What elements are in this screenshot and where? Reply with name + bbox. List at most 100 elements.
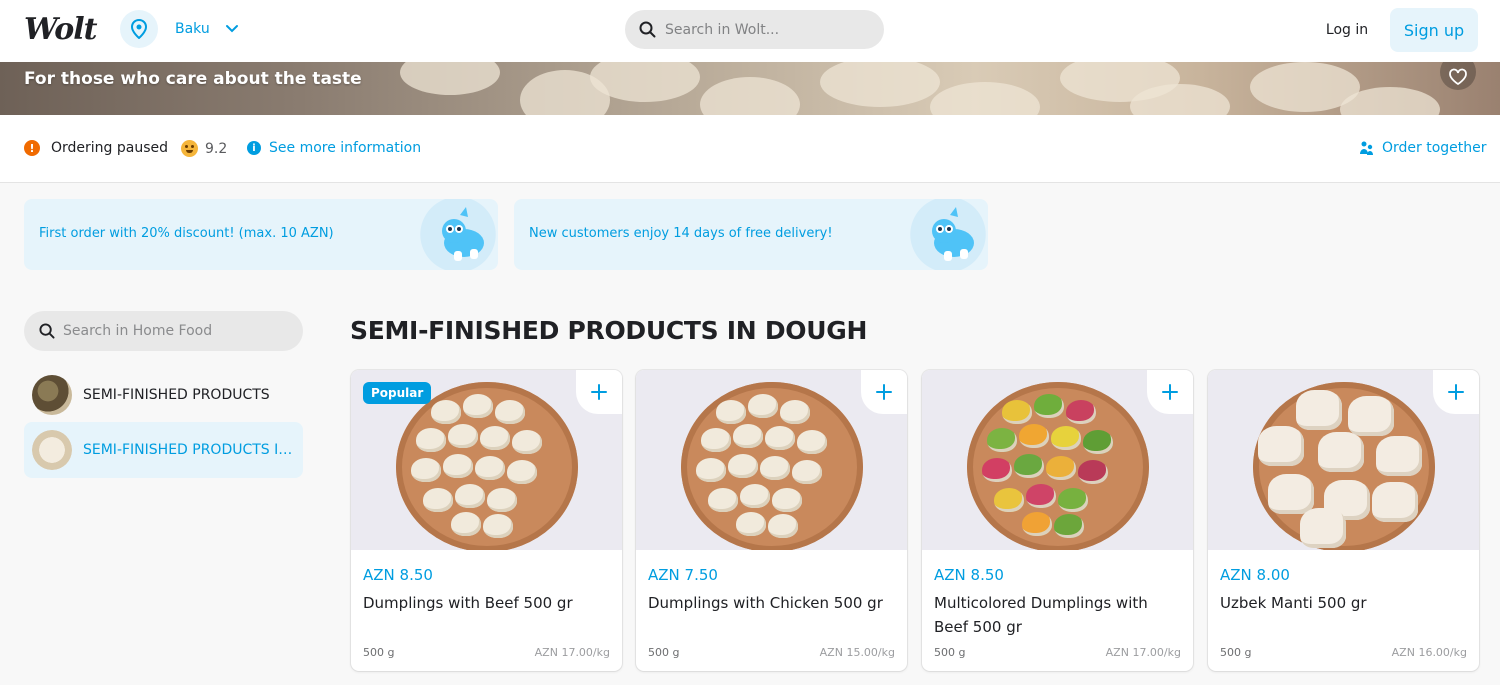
promo-mascot-illustration — [418, 199, 498, 270]
add-to-cart-button[interactable] — [1433, 370, 1479, 414]
dumpling-shape — [708, 488, 738, 512]
dumpling-shape — [451, 512, 481, 536]
plus-icon — [591, 384, 607, 400]
add-to-cart-button[interactable] — [1147, 370, 1193, 414]
chevron-down-icon[interactable] — [224, 20, 240, 36]
dumpling-shape — [740, 484, 770, 508]
product-name: Uzbek Manti 500 gr — [1220, 594, 1367, 612]
add-to-cart-button[interactable] — [576, 370, 622, 414]
sidebar-category-semi-finished-products-in-dough[interactable]: SEMI-FINISHED PRODUCTS IN DOUGH — [24, 422, 303, 478]
dumpling-shape — [792, 460, 822, 484]
dumpling-shape — [431, 400, 461, 424]
hero-dumpling-shape — [400, 62, 500, 95]
category-thumbnail — [32, 430, 72, 470]
dumpling-shape — [733, 424, 763, 448]
promo-banner[interactable]: New customers enjoy 14 days of free deli… — [514, 199, 988, 270]
dumpling-shape — [728, 454, 758, 478]
dumpling-shape — [1014, 454, 1044, 478]
location-pin-icon[interactable] — [120, 10, 158, 48]
dumpling-shape — [772, 488, 802, 512]
dumpling-shape — [765, 426, 795, 450]
manti-shape — [1376, 436, 1422, 476]
search-input[interactable]: Search in Wolt... — [625, 10, 884, 49]
favorite-heart-button[interactable] — [1440, 62, 1476, 90]
dumpling-shape — [463, 394, 493, 418]
dumpling-shape — [423, 488, 453, 512]
plus-icon — [1448, 384, 1464, 400]
manti-shape — [1258, 426, 1304, 466]
dumpling-shape — [512, 430, 542, 454]
dumpling-shape — [1034, 394, 1064, 418]
dumpling-shape — [748, 394, 778, 418]
product-unit-price: AZN 17.00/kg — [1105, 646, 1181, 659]
order-together-button[interactable]: Order together — [1359, 140, 1487, 156]
see-more-information-text: See more information — [269, 140, 422, 156]
dumpling-shape — [1019, 424, 1049, 448]
city-selector[interactable]: Baku — [175, 21, 210, 37]
dumpling-shape — [987, 428, 1017, 452]
promo-banner[interactable]: First order with 20% discount! (max. 10 … — [24, 199, 498, 270]
info-icon: i — [247, 141, 261, 155]
manti-shape — [1318, 432, 1364, 472]
manti-shape — [1300, 508, 1346, 548]
order-together-label: Order together — [1382, 140, 1487, 156]
dumpling-shape — [1002, 400, 1032, 424]
product-price: AZN 8.00 — [1220, 566, 1290, 584]
dumpling-shape — [455, 484, 485, 508]
product-price: AZN 7.50 — [648, 566, 718, 584]
dumpling-shape — [797, 430, 827, 454]
dumpling-shape — [1026, 484, 1056, 508]
top-navigation-bar: Wolt Baku Search in Wolt... Log in Sign … — [0, 0, 1500, 62]
product-card[interactable]: AZN 7.50 Dumplings with Chicken 500 gr 5… — [636, 370, 907, 671]
venue-rating[interactable]: 9.2 — [181, 140, 227, 157]
product-card[interactable]: AZN 8.50 Multicolored Dumplings with Bee… — [922, 370, 1193, 671]
alert-icon: ! — [24, 140, 40, 156]
dumpling-shape — [1051, 426, 1081, 450]
manti-shape — [1348, 396, 1394, 436]
dumpling-shape — [760, 456, 790, 480]
signup-button[interactable]: Sign up — [1390, 8, 1478, 52]
dumpling-shape — [495, 400, 525, 424]
product-unit-price: AZN 17.00/kg — [534, 646, 610, 659]
rating-value: 9.2 — [205, 140, 228, 157]
dumpling-shape — [716, 400, 746, 424]
venue-info-bar: ! Ordering paused 9.2 i See more informa… — [0, 115, 1500, 183]
venue-hero-banner: For those who care about the taste — [0, 62, 1500, 115]
product-name: Multicolored Dumplings with Beef 500 gr — [934, 594, 1148, 636]
category-thumbnail — [32, 375, 72, 415]
ordering-status: ! Ordering paused — [24, 140, 168, 156]
login-button[interactable]: Log in — [1311, 10, 1383, 50]
category-label: SEMI-FINISHED PRODUCTS — [83, 387, 270, 403]
menu-search-placeholder: Search in Home Food — [63, 323, 213, 339]
product-weight: 500 g — [934, 646, 966, 659]
product-unit-price: AZN 16.00/kg — [1391, 646, 1467, 659]
heart-icon — [1449, 68, 1467, 86]
dumpling-shape — [1078, 460, 1108, 484]
add-to-cart-button[interactable] — [861, 370, 907, 414]
dumpling-shape — [475, 456, 505, 480]
section-title: SEMI-FINISHED PRODUCTS IN DOUGH — [350, 316, 868, 345]
dumpling-shape — [1083, 430, 1113, 454]
product-card[interactable]: Popular AZN 8.50 Dumplings with Beef 500… — [351, 370, 622, 671]
rating-smiley-icon — [181, 140, 198, 157]
product-price: AZN 8.50 — [363, 566, 433, 584]
search-icon — [39, 323, 55, 339]
wolt-logo[interactable]: Wolt — [24, 12, 98, 47]
manti-shape — [1268, 474, 1314, 514]
sidebar-category-semi-finished-products[interactable]: SEMI-FINISHED PRODUCTS — [24, 367, 303, 423]
product-card[interactable]: AZN 8.00 Uzbek Manti 500 gr 500 g AZN 16… — [1208, 370, 1479, 671]
promo-mascot-illustration — [908, 199, 988, 270]
dumpling-shape — [994, 488, 1024, 512]
dumpling-shape — [448, 424, 478, 448]
dumpling-shape — [736, 512, 766, 536]
promo-text: First order with 20% discount! (max. 10 … — [39, 226, 334, 241]
search-placeholder: Search in Wolt... — [665, 21, 780, 38]
dumpling-shape — [480, 426, 510, 450]
product-price: AZN 8.50 — [934, 566, 1004, 584]
product-unit-price: AZN 15.00/kg — [819, 646, 895, 659]
hero-dumpling-shape — [700, 77, 800, 115]
menu-search-input[interactable]: Search in Home Food — [24, 311, 303, 351]
dumpling-shape — [1058, 488, 1088, 512]
see-more-information-link[interactable]: i See more information — [247, 140, 421, 156]
product-weight: 500 g — [648, 646, 680, 659]
